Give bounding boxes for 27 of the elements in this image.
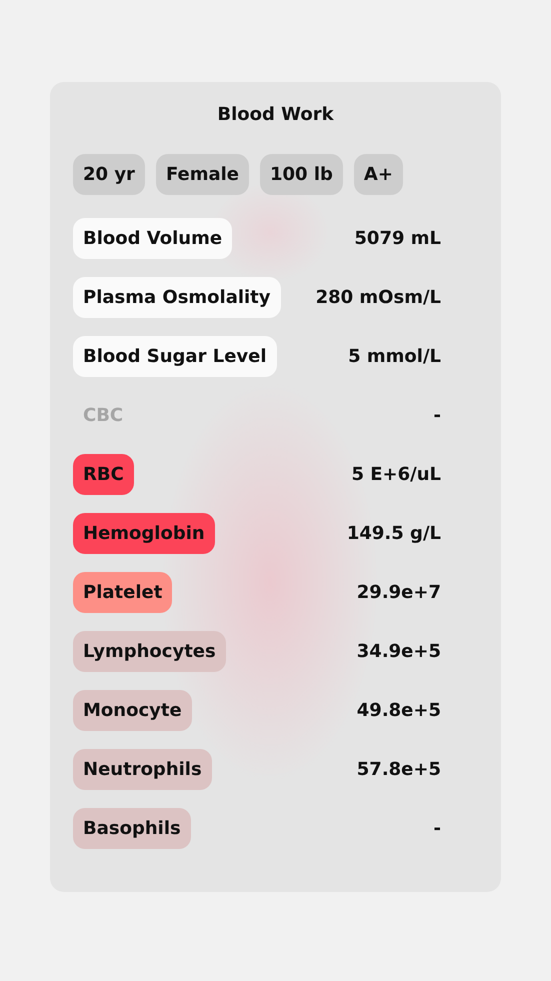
parameter-label: Monocyte <box>73 690 192 731</box>
parameter-label: RBC <box>73 454 134 495</box>
parameter-label: Plasma Osmolality <box>73 277 281 318</box>
info-chip: 20 yr <box>73 154 145 195</box>
parameter-value: 5079 mL <box>354 228 441 249</box>
parameter-label: Platelet <box>73 572 172 613</box>
parameter-value: 57.8e+5 <box>356 759 441 780</box>
section-label: CBC <box>82 405 124 426</box>
parameter-value: 5 mmol/L <box>348 346 441 367</box>
info-chip: 100 lb <box>260 154 343 195</box>
parameter-label: Lymphocytes <box>73 631 226 672</box>
parameter-label: Basophils <box>73 808 191 849</box>
parameter-label: Hemoglobin <box>73 513 215 554</box>
parameter-value: - <box>434 818 441 839</box>
info-chip: Female <box>156 154 249 195</box>
parameter-value: 29.9e+7 <box>356 582 441 603</box>
parameter-value: 34.9e+5 <box>356 641 441 662</box>
parameter-value: 280 mOsm/L <box>316 287 441 308</box>
parameter-label: Blood Sugar Level <box>73 336 277 377</box>
parameter-value: 49.8e+5 <box>356 700 441 721</box>
info-chip: A+ <box>354 154 403 195</box>
parameter-value: 149.5 g/L <box>346 523 441 544</box>
parameter-value: 5 E+6/uL <box>351 464 441 485</box>
parameter-value: - <box>434 405 441 426</box>
parameter-label: Neutrophils <box>73 749 212 790</box>
parameter-label: Blood Volume <box>73 218 232 259</box>
card-title: Blood Work <box>216 104 335 127</box>
